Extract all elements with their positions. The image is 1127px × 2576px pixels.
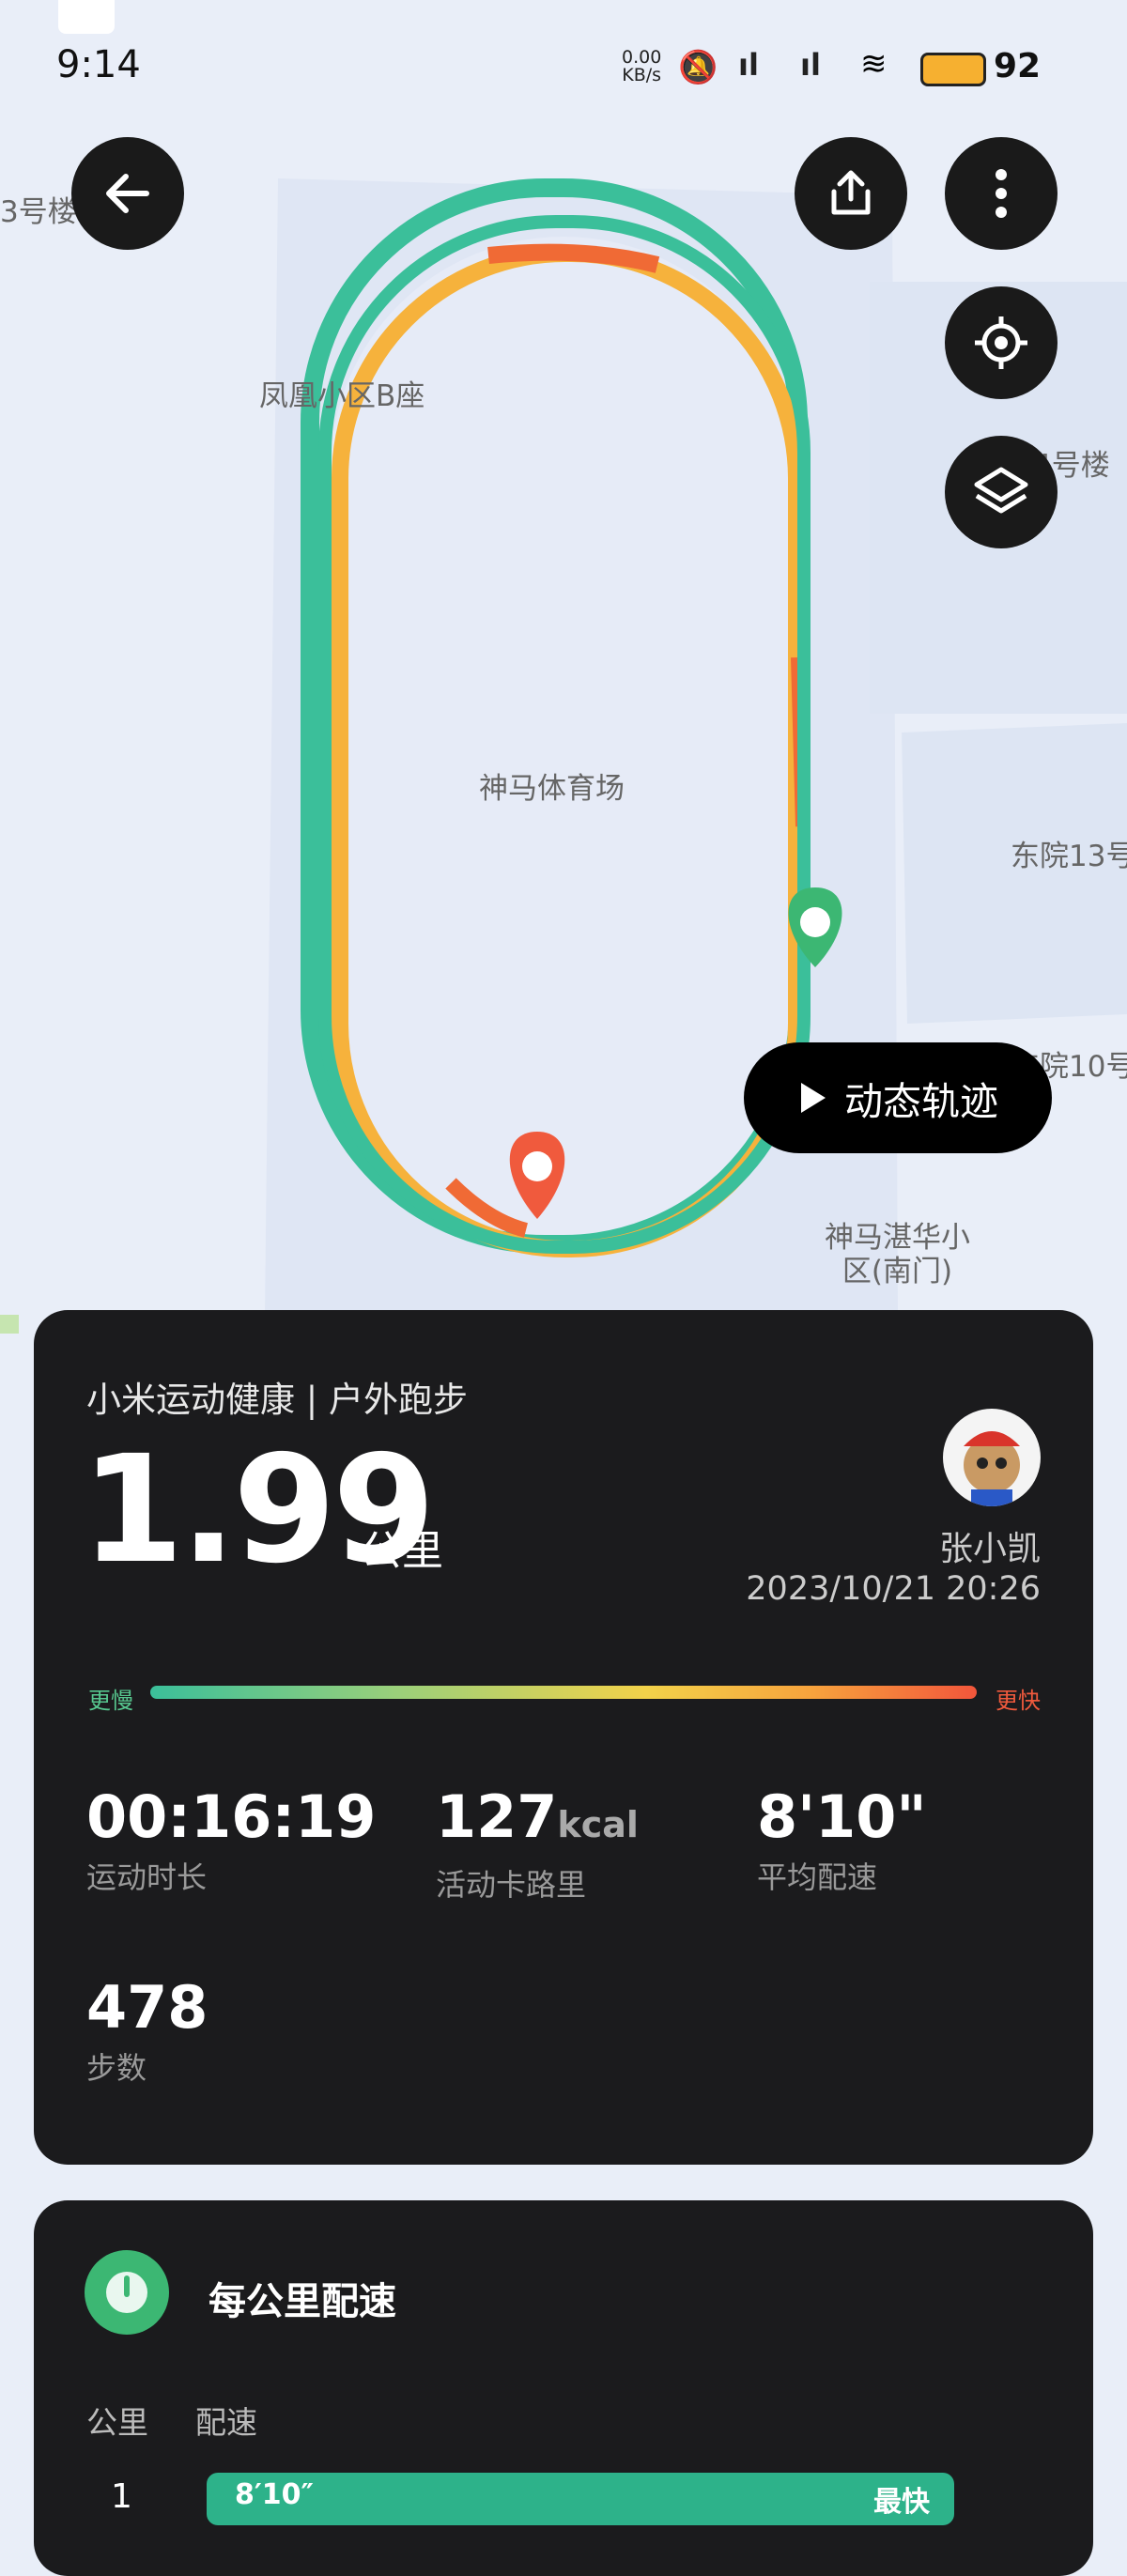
summary-card: 小米运动健康 | 户外跑步 1.99 公里 张小凯 2023/10/21 20:… (34, 1310, 1093, 2165)
battery-icon (920, 53, 986, 86)
stat-pace: 8'10" 平均配速 (757, 1784, 927, 1897)
play-icon (801, 1083, 826, 1113)
column-header-km: 公里 (86, 2404, 148, 2441)
calories-label: 活动卡路里 (436, 1867, 587, 1903)
pace-row-value: 8′10″ (235, 2478, 314, 2511)
battery-level: 92 (994, 47, 1042, 85)
avatar-image (964, 1431, 1020, 1506)
stat-duration: 00:16:19 运动时长 (86, 1784, 376, 1897)
back-button[interactable] (71, 137, 184, 250)
legend-slow: 更慢 (88, 1688, 133, 1714)
distance-unit: 公里 (361, 1527, 443, 1575)
app-title: 小米运动健康 | 户外跑步 (86, 1380, 468, 1420)
steps-value: 478 (86, 1973, 208, 2042)
stat-steps: 478 步数 (86, 1975, 208, 2088)
locate-button[interactable] (945, 286, 1058, 399)
wifi-icon: ≋ (860, 45, 888, 83)
signal-icon-2: ıl (800, 47, 821, 83)
signal-icon: ıl (738, 47, 759, 83)
duration-value: 00:16:19 (86, 1782, 377, 1851)
notification-indicator (58, 0, 115, 34)
more-vertical-icon (996, 169, 1007, 218)
arrow-left-icon (106, 174, 149, 213)
calories-unit: kcal (557, 1804, 639, 1845)
pace-row-fastest-tag: 最快 (873, 2486, 930, 2519)
mute-icon: 🔕 (678, 49, 718, 86)
replay-track-button[interactable]: 动态轨迹 (744, 1042, 1052, 1153)
locate-icon (975, 316, 1027, 369)
stat-calories: 127kcal 活动卡路里 (436, 1784, 639, 1905)
map-label-stadium: 神马体育场 (479, 772, 625, 806)
duration-label: 运动时长 (86, 1859, 208, 1895)
pace-per-km-card: 每公里配速 公里 配速 1 8′10″ 最快 (34, 2200, 1093, 2576)
map-label-south-gate: 神马湛华小 区(南门) (825, 1221, 970, 1288)
pace-gauge-icon (85, 2250, 169, 2335)
calories-value: 127 (436, 1782, 558, 1851)
pace-row-bar: 8′10″ 最快 (207, 2473, 954, 2525)
status-time: 9:14 (56, 43, 141, 86)
status-bar: 9:14 0.00 KB/s 🔕 ıl ıl ≋ 92 (0, 0, 1127, 131)
pace-row-km: 1 (111, 2477, 132, 2516)
more-button[interactable] (945, 137, 1058, 250)
avatar[interactable] (943, 1409, 1041, 1506)
share-icon (831, 170, 871, 215)
layers-button[interactable] (945, 436, 1058, 548)
pace-section-title: 每公里配速 (208, 2280, 396, 2323)
pace-legend-bar (150, 1686, 977, 1699)
layers-icon (974, 467, 1028, 514)
net-speed: 0.00 KB/s (622, 47, 662, 85)
steps-label: 步数 (86, 2050, 147, 2086)
share-button[interactable] (795, 137, 907, 250)
map-label-b3: 3号楼 (0, 195, 77, 229)
map-label-east13: 东院13号 (1011, 840, 1127, 873)
replay-track-label: 动态轨迹 (844, 1079, 998, 1124)
map-label-residence: 凤凰小区B座 (259, 379, 425, 413)
column-header-pace: 配速 (195, 2404, 257, 2441)
legend-fast: 更快 (996, 1688, 1041, 1714)
user-name: 张小凯 (938, 1530, 1041, 1568)
pace-label: 平均配速 (757, 1859, 878, 1895)
workout-date: 2023/10/21 20:26 (746, 1570, 1041, 1608)
pace-value: 8'10" (757, 1782, 927, 1851)
